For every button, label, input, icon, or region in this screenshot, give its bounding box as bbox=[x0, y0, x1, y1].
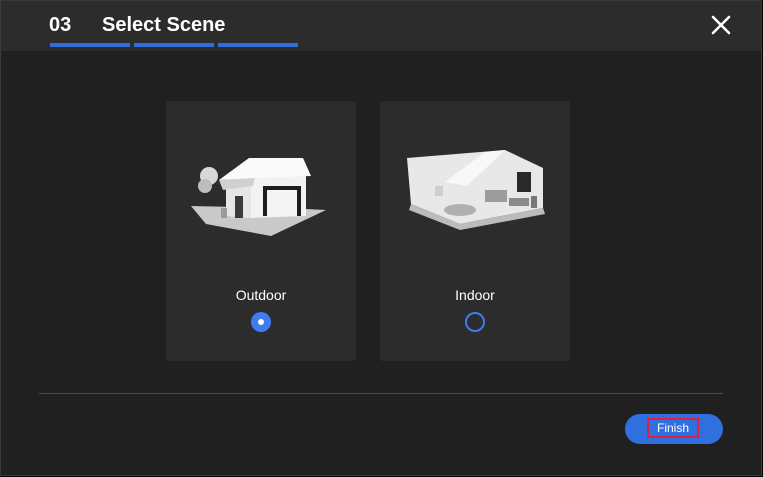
dialog-header: 03 Select Scene bbox=[1, 1, 761, 51]
scene-card-indoor[interactable]: Indoor bbox=[380, 101, 570, 361]
scene-label-indoor: Indoor bbox=[455, 287, 495, 303]
dialog-title: Select Scene bbox=[102, 14, 226, 36]
close-icon[interactable] bbox=[707, 11, 735, 39]
room-icon bbox=[407, 150, 545, 230]
scene-card-outdoor[interactable]: Outdoor bbox=[166, 101, 356, 361]
footer-divider bbox=[39, 393, 723, 394]
radio-outdoor[interactable] bbox=[251, 312, 271, 332]
scene-label-outdoor: Outdoor bbox=[235, 287, 287, 303]
progress-step-3 bbox=[218, 43, 298, 47]
radio-indoor[interactable] bbox=[465, 312, 485, 332]
finish-button[interactable]: Finish bbox=[625, 414, 723, 444]
step-number: 03 bbox=[49, 14, 72, 36]
house-icon bbox=[191, 158, 326, 236]
select-scene-dialog: 03 Select Scene Outdoor Indoor Finish bbox=[0, 0, 762, 476]
finish-button-label: Finish bbox=[647, 418, 699, 438]
progress-step-1 bbox=[50, 43, 130, 47]
progress-step-2 bbox=[134, 43, 214, 47]
